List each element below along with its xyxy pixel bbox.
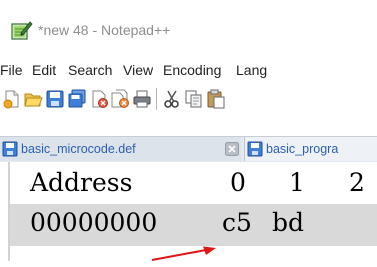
tab-basic-microcode[interactable]: basic_microcode.def — [0, 137, 241, 161]
menu-encoding[interactable]: Encoding — [163, 62, 221, 78]
save-icon[interactable] — [45, 89, 65, 114]
header-address: Address — [30, 168, 133, 197]
paste-icon[interactable] — [206, 89, 226, 114]
row-address: 00000000 — [30, 208, 158, 237]
title-bar: *new 48 - Notepad++ — [0, 0, 377, 56]
menu-bar: File Edit Search View Encoding Lang — [0, 58, 377, 84]
header-col-0: 0 — [230, 168, 246, 197]
print-icon[interactable] — [132, 89, 152, 114]
toolbar-separator — [156, 88, 157, 110]
tab-label: basic_microcode.def — [21, 142, 136, 156]
window-title: *new 48 - Notepad++ — [38, 22, 171, 38]
menu-view[interactable]: View — [123, 62, 153, 78]
table-header-row: Address 0 1 2 — [10, 162, 377, 204]
row-value-0[interactable]: c5 — [222, 208, 252, 237]
open-file-icon[interactable] — [23, 89, 43, 114]
toolbar — [0, 84, 377, 114]
close-icon[interactable] — [89, 89, 109, 114]
save-all-icon[interactable] — [67, 89, 87, 114]
header-col-2: 2 — [349, 168, 365, 197]
tab-basic-program[interactable]: basic_progra — [244, 137, 377, 161]
red-arrow-annotation — [150, 246, 220, 267]
menu-search[interactable]: Search — [68, 62, 112, 78]
tab-bar: basic_microcode.def basic_progra — [0, 114, 377, 162]
header-col-1: 1 — [289, 168, 305, 197]
floppy-disk-icon — [2, 141, 18, 162]
cut-icon[interactable] — [162, 89, 182, 114]
new-file-icon[interactable] — [2, 89, 22, 114]
floppy-disk-icon — [247, 141, 263, 162]
tab-strip: basic_microcode.def basic_progra — [0, 136, 377, 162]
tab-label: basic_progra — [266, 142, 339, 156]
notepad-document-icon — [11, 20, 33, 40]
menu-file[interactable]: File — [0, 62, 23, 78]
close-all-icon[interactable] — [110, 89, 130, 114]
menu-language[interactable]: Lang — [236, 62, 267, 78]
row-value-1[interactable]: bd — [272, 208, 304, 237]
tab-close-icon[interactable] — [225, 142, 239, 161]
table-row: 00000000 c5 bd — [10, 204, 377, 246]
menu-edit[interactable]: Edit — [32, 62, 56, 78]
copy-icon[interactable] — [184, 89, 204, 114]
